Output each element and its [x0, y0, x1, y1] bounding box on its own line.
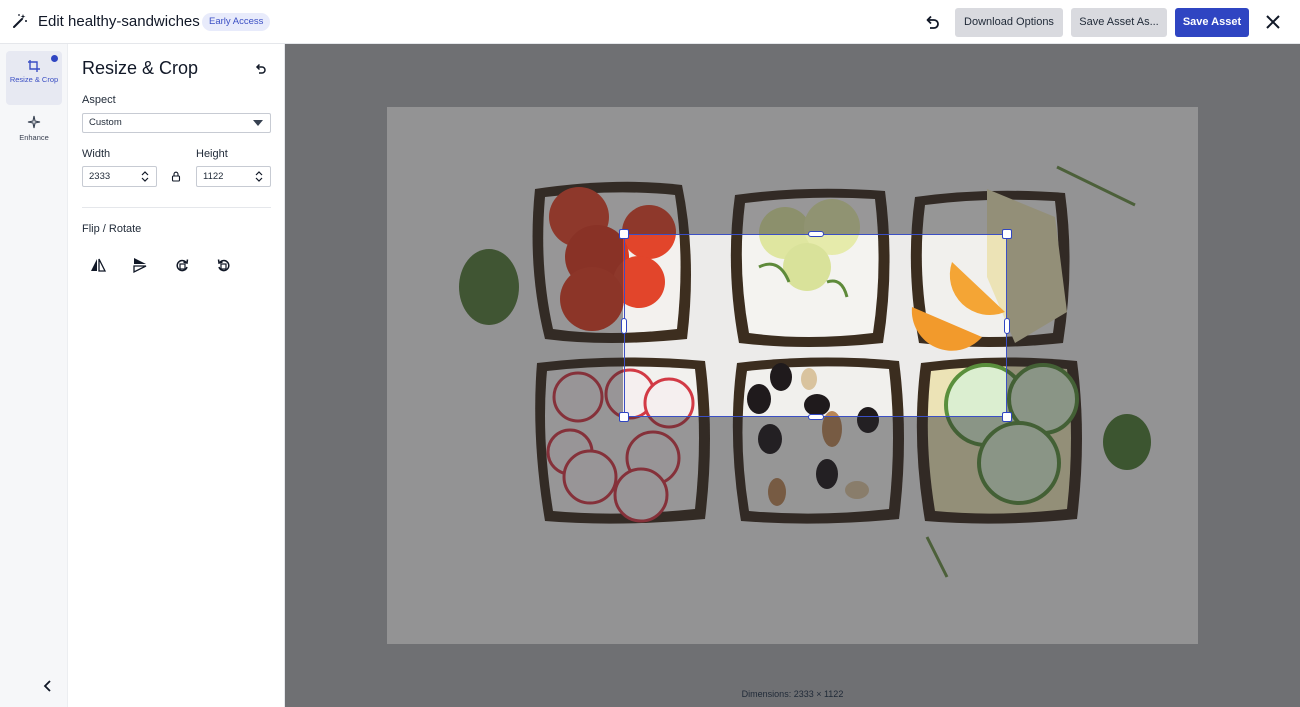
crop-handle-bottom[interactable]	[808, 414, 824, 420]
crop-resize-icon	[28, 60, 40, 72]
flip-vertical-icon[interactable]	[131, 256, 149, 274]
crop-handle-top[interactable]	[808, 231, 824, 237]
sparkle-icon	[27, 115, 41, 129]
crop-handle-right[interactable]	[1004, 318, 1010, 334]
crop-handle-top-left[interactable]	[619, 229, 629, 239]
resize-crop-panel: Resize & Crop Aspect Custom Width Height…	[68, 44, 285, 707]
rotate-counterclockwise-icon[interactable]	[215, 256, 233, 274]
stepper-icon[interactable]	[255, 171, 263, 182]
aspect-select[interactable]: Custom	[82, 113, 271, 133]
rail-item-resize-crop[interactable]: Resize & Crop	[6, 51, 62, 105]
crop-handle-bottom-left[interactable]	[619, 412, 629, 422]
height-value: 1122	[203, 171, 224, 182]
width-label: Width	[82, 148, 111, 160]
rotate-clockwise-icon[interactable]	[173, 256, 191, 274]
download-options-button[interactable]: Download Options	[955, 8, 1063, 37]
save-asset-as-button[interactable]: Save Asset As...	[1071, 8, 1167, 37]
width-input[interactable]: 2333	[82, 166, 157, 187]
crop-rectangle[interactable]	[619, 229, 1012, 422]
editor-header: Edit healthy-sandwiches Early Access Dow…	[0, 0, 1300, 44]
chevron-left-icon[interactable]	[40, 678, 56, 694]
caret-down-icon	[253, 120, 263, 126]
save-asset-button[interactable]: Save Asset	[1175, 8, 1249, 37]
flip-horizontal-icon[interactable]	[89, 256, 107, 274]
panel-title: Resize & Crop	[82, 58, 199, 78]
width-value: 2333	[89, 171, 111, 182]
active-indicator-dot	[51, 55, 58, 62]
crop-handle-top-right[interactable]	[1002, 229, 1012, 239]
reset-icon[interactable]	[252, 61, 268, 77]
lock-icon[interactable]	[171, 171, 181, 182]
image-canvas[interactable]: Dimensions: 2333 × 1122	[285, 44, 1300, 707]
height-input[interactable]: 1122	[196, 166, 271, 187]
dimensions-readout: Dimensions: 2333 × 1122	[741, 689, 844, 699]
aspect-select-value: Custom	[89, 117, 122, 128]
crop-handle-bottom-right[interactable]	[1002, 412, 1012, 422]
rail-item-label: Resize & Crop	[9, 75, 59, 84]
rail-item-enhance[interactable]: Enhance	[6, 107, 62, 161]
crop-handle-left[interactable]	[621, 318, 627, 334]
magic-wand-icon	[13, 14, 27, 28]
editor-title: Edit healthy-sandwiches	[38, 13, 200, 30]
tool-rail: Resize & Crop Enhance	[0, 44, 68, 707]
aspect-label: Aspect	[82, 94, 116, 106]
stepper-icon[interactable]	[141, 171, 149, 182]
height-label: Height	[196, 148, 228, 160]
flip-rotate-label: Flip / Rotate	[82, 223, 142, 235]
rail-item-label: Enhance	[19, 133, 49, 142]
undo-icon[interactable]	[922, 12, 942, 32]
sandwich-photo	[387, 107, 1198, 644]
section-divider	[82, 207, 271, 208]
early-access-badge: Early Access	[202, 13, 271, 31]
close-icon[interactable]	[1263, 12, 1283, 32]
